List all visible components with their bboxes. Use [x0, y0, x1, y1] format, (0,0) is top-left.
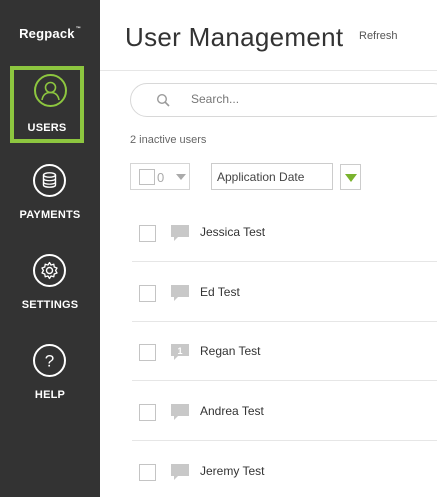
sidebar-item-label: USERS	[27, 122, 67, 134]
row-checkbox[interactable]	[139, 344, 156, 361]
user-icon	[34, 74, 67, 107]
sidebar: Regpack™ USERS PAYMENTS SETTINGS ? HELP	[0, 0, 100, 497]
row-checkbox[interactable]	[139, 225, 156, 242]
table-row[interactable]: Ed Test	[132, 262, 437, 322]
bulk-select-dropdown[interactable]: 0	[130, 163, 190, 190]
table-row[interactable]: 1 Regan Test	[132, 321, 437, 381]
row-checkbox[interactable]	[139, 285, 156, 302]
user-name[interactable]: Jeremy Test	[200, 464, 264, 478]
user-name[interactable]: Regan Test	[200, 344, 261, 358]
comment-icon[interactable]	[170, 463, 190, 486]
table-row[interactable]: Jeremy Test	[132, 441, 437, 501]
user-name[interactable]: Andrea Test	[200, 404, 264, 418]
comment-icon[interactable]: 1	[170, 343, 190, 366]
sort-desc-icon	[345, 174, 357, 182]
sidebar-item-payments[interactable]: PAYMENTS	[0, 156, 100, 234]
sort-direction-button[interactable]	[340, 164, 361, 190]
search-box[interactable]	[130, 83, 437, 117]
chevron-down-icon	[176, 174, 186, 180]
sort-by-select[interactable]: Application Date	[211, 163, 333, 190]
gear-icon	[33, 254, 66, 287]
sidebar-item-label: PAYMENTS	[19, 209, 81, 221]
comment-count: 1	[177, 346, 182, 356]
header-divider	[100, 70, 437, 71]
logo-text: Regpack	[19, 26, 75, 41]
sidebar-item-label: SETTINGS	[21, 299, 79, 311]
user-name[interactable]: Jessica Test	[200, 225, 265, 239]
refresh-link[interactable]: Refresh	[359, 30, 398, 42]
svg-text:?: ?	[45, 352, 54, 371]
comment-icon[interactable]	[170, 284, 190, 307]
selected-count: 0	[157, 170, 165, 185]
table-row[interactable]: Andrea Test	[132, 381, 437, 441]
comment-icon[interactable]	[170, 403, 190, 426]
sidebar-item-settings[interactable]: SETTINGS	[0, 246, 100, 324]
search-input[interactable]	[191, 92, 391, 106]
page-title: User Management	[125, 22, 344, 52]
user-name[interactable]: Ed Test	[200, 285, 240, 299]
inactive-users-count[interactable]: 2 inactive users	[130, 134, 206, 146]
row-checkbox[interactable]	[139, 464, 156, 481]
table-row[interactable]: Jessica Test	[132, 202, 437, 262]
select-all-checkbox[interactable]	[139, 169, 155, 185]
sidebar-item-help[interactable]: ? HELP	[0, 336, 100, 414]
regpack-logo[interactable]: Regpack™	[0, 26, 100, 41]
search-icon	[156, 93, 170, 112]
sidebar-item-label: HELP	[34, 389, 66, 401]
coins-icon	[33, 164, 66, 197]
row-checkbox[interactable]	[139, 404, 156, 421]
sidebar-item-users[interactable]: USERS	[10, 66, 84, 143]
comment-icon[interactable]	[170, 224, 190, 247]
main-content: User Management Refresh 2 inactive users…	[100, 0, 437, 497]
question-icon: ?	[33, 344, 66, 377]
